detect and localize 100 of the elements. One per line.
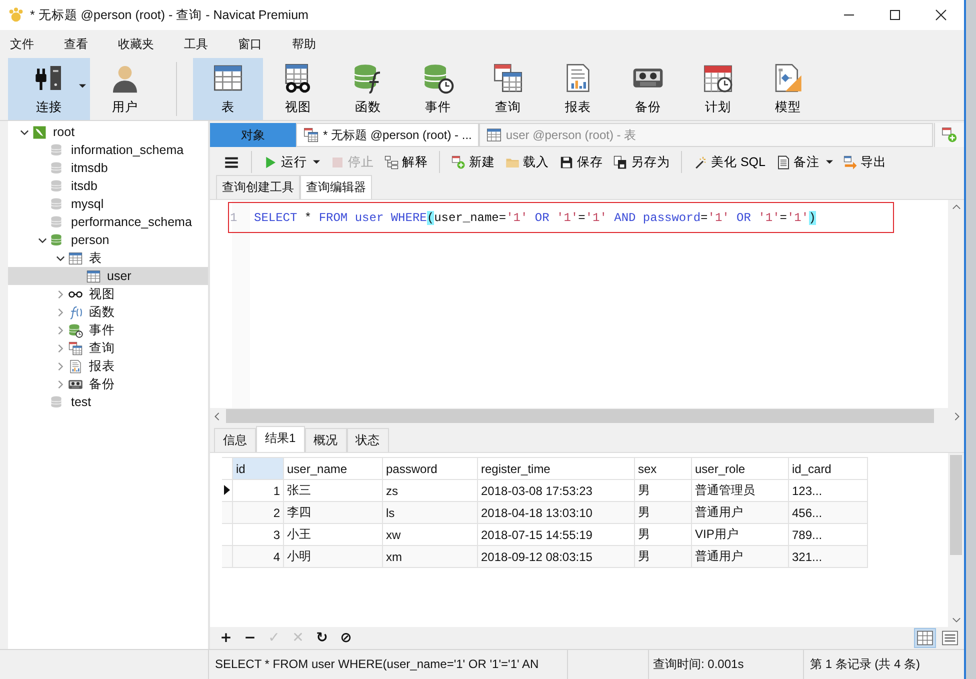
stop-icon bbox=[330, 154, 345, 170]
tab[interactable]: 信息 bbox=[214, 428, 256, 452]
code-line: SELECT * FROM user WHERE(user_name='1' OR '1'='1' AND password='1' OR '1'='1') bbox=[254, 210, 816, 224]
database-clock-icon bbox=[422, 62, 454, 94]
scrollbar[interactable] bbox=[948, 453, 964, 627]
caret-icon bbox=[313, 160, 320, 164]
toolbar-button[interactable]: 函数 bbox=[333, 58, 403, 120]
table-cell: 男 bbox=[634, 502, 692, 524]
tab[interactable]: 结果1 bbox=[256, 426, 305, 452]
toolbar-button[interactable]: 表 bbox=[193, 58, 263, 120]
grid-tool-button[interactable]: − bbox=[238, 630, 262, 646]
tree-item[interactable]: 备份 bbox=[8, 375, 208, 393]
menu-item[interactable]: 窗口 bbox=[234, 36, 266, 52]
status-text: 查询时间: 0.001s bbox=[648, 650, 793, 679]
row-marker[interactable] bbox=[222, 546, 232, 568]
new-query-icon bbox=[941, 126, 958, 144]
column-header[interactable]: user_name bbox=[284, 458, 382, 480]
column-header[interactable]: id bbox=[232, 458, 284, 480]
toolbar-button[interactable]: 解释 bbox=[379, 150, 433, 174]
menu-item[interactable]: 查看 bbox=[60, 36, 92, 52]
chevron-right-icon[interactable] bbox=[56, 290, 64, 298]
wand-icon bbox=[693, 154, 708, 170]
app-logo-icon bbox=[8, 7, 24, 23]
toolbar-button[interactable]: 载入 bbox=[500, 150, 554, 174]
table-cell: 2018-04-18 13:03:10 bbox=[478, 502, 634, 524]
column-header[interactable]: id_card bbox=[788, 458, 868, 480]
grid-tool-button[interactable]: ↻ bbox=[310, 630, 334, 646]
toolbar-button[interactable]: 运行 bbox=[258, 150, 325, 174]
column-header[interactable]: password bbox=[382, 458, 478, 480]
new-tab-button[interactable] bbox=[934, 123, 964, 147]
scrollbar[interactable] bbox=[948, 200, 964, 408]
tree-item[interactable]: test bbox=[8, 393, 208, 411]
tree-item[interactable]: mysql bbox=[8, 195, 208, 213]
tree-item[interactable]: user bbox=[8, 267, 208, 285]
save-icon bbox=[559, 154, 574, 170]
tab[interactable]: 查询创建工具 bbox=[216, 175, 300, 199]
grid-view-button[interactable] bbox=[914, 628, 936, 648]
chevron-right-icon[interactable] bbox=[56, 344, 64, 352]
tree-item[interactable]: 视图 bbox=[8, 285, 208, 303]
toolbar-button[interactable]: 美化 SQL bbox=[688, 150, 770, 174]
toolbar-button[interactable]: 计划 bbox=[683, 58, 753, 120]
toolbar-button[interactable]: 连接 bbox=[8, 58, 90, 120]
scroll-up-icon[interactable] bbox=[952, 204, 960, 210]
tree-item[interactable]: 查询 bbox=[8, 339, 208, 357]
tree-item[interactable]: root bbox=[8, 123, 208, 141]
maximize-icon bbox=[889, 9, 901, 21]
form-view-icon bbox=[941, 629, 959, 647]
grid-tool-button[interactable]: + bbox=[214, 630, 238, 646]
toolbar-button[interactable]: 视图 bbox=[263, 58, 333, 120]
tree-item[interactable]: performance_schema bbox=[8, 213, 208, 231]
toolbar-button[interactable]: 备份 bbox=[613, 58, 683, 120]
tree-item[interactable]: person bbox=[8, 231, 208, 249]
toolbar-button[interactable]: 备注 bbox=[770, 150, 838, 174]
grid-view-icon bbox=[916, 629, 934, 647]
menu-item[interactable]: 工具 bbox=[180, 36, 212, 52]
toolbar-button[interactable]: 报表 bbox=[543, 58, 613, 120]
column-header[interactable]: sex bbox=[634, 458, 692, 480]
grid-tool-button[interactable]: ⊘ bbox=[334, 630, 358, 646]
toolbar-button[interactable]: 导出 bbox=[838, 150, 892, 174]
tree-item[interactable]: 事件 bbox=[8, 321, 208, 339]
tab[interactable]: 状态 bbox=[346, 428, 389, 452]
tab[interactable]: 查询编辑器 bbox=[300, 175, 372, 199]
tree-item[interactable]: itmsdb bbox=[8, 159, 208, 177]
tab[interactable]: 概况 bbox=[304, 428, 347, 452]
database-clock-icon bbox=[68, 322, 83, 338]
toolbar-button[interactable]: 保存 bbox=[554, 150, 608, 174]
menu-item[interactable]: 文件 bbox=[6, 36, 38, 52]
chevron-right-icon[interactable] bbox=[56, 326, 64, 334]
line-number: 1 bbox=[229, 210, 238, 224]
chevron-down-icon[interactable] bbox=[20, 128, 28, 136]
chevron-right-icon[interactable] bbox=[56, 380, 64, 388]
menu-item[interactable]: 收藏夹 bbox=[114, 36, 158, 52]
chevron-down-icon[interactable] bbox=[56, 254, 64, 262]
scroll-left-icon[interactable] bbox=[214, 412, 220, 420]
tree-item[interactable]: 报表 bbox=[8, 357, 208, 375]
tree-item[interactable]: 表 bbox=[8, 249, 208, 267]
form-view-button[interactable] bbox=[939, 628, 961, 648]
tree-item[interactable]: information_schema bbox=[8, 141, 208, 159]
scroll-down-icon[interactable] bbox=[952, 617, 960, 623]
tree-item[interactable]: 函数 bbox=[8, 303, 208, 321]
chevron-right-icon[interactable] bbox=[56, 308, 64, 316]
toolbar-button[interactable]: 查询 bbox=[473, 58, 543, 120]
toolbar-button[interactable]: 用户 bbox=[90, 58, 160, 120]
toolbar-button[interactable]: 模型 bbox=[753, 58, 823, 120]
scroll-right-icon[interactable] bbox=[954, 412, 960, 420]
column-header[interactable]: user_role bbox=[692, 458, 788, 480]
toolbar-button[interactable]: 事件 bbox=[403, 58, 473, 120]
table-cell: 普通用户 bbox=[692, 502, 788, 524]
menu-item[interactable]: 帮助 bbox=[288, 36, 320, 52]
toolbar-button[interactable]: 另存为 bbox=[608, 150, 675, 174]
column-header[interactable]: register_time bbox=[478, 458, 634, 480]
play-icon bbox=[263, 154, 278, 170]
document-tab[interactable]: * 无标题 @person (root) - ... bbox=[296, 123, 479, 147]
toolbar-button[interactable]: 新建 bbox=[446, 150, 500, 174]
tree-item[interactable]: itsdb bbox=[8, 177, 208, 195]
chevron-down-icon[interactable] bbox=[38, 236, 46, 244]
object-tab[interactable]: 对象 bbox=[210, 123, 296, 147]
chevron-right-icon[interactable] bbox=[56, 362, 64, 370]
server-icon bbox=[32, 124, 47, 140]
row-marker[interactable] bbox=[222, 502, 232, 524]
